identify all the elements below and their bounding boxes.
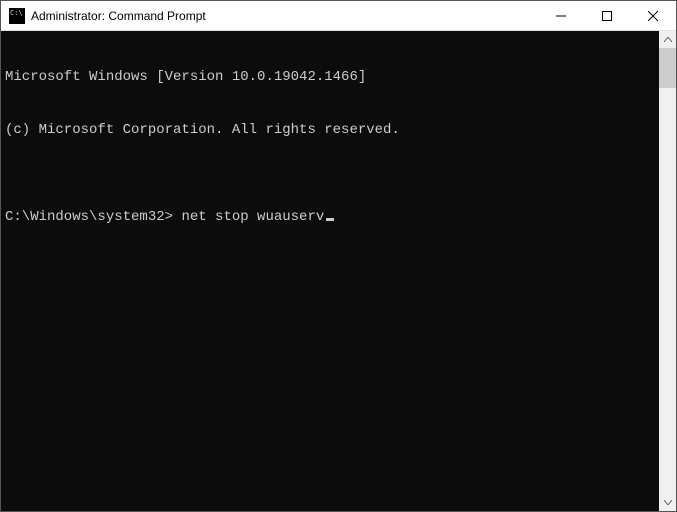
command-text: net stop wuauserv xyxy=(181,209,324,225)
scroll-up-button[interactable] xyxy=(659,31,676,48)
terminal-area: Microsoft Windows [Version 10.0.19042.14… xyxy=(1,31,676,511)
maximize-icon xyxy=(602,11,612,21)
window-title: Administrator: Command Prompt xyxy=(31,9,538,23)
titlebar[interactable]: Administrator: Command Prompt xyxy=(1,1,676,31)
chevron-down-icon xyxy=(664,500,672,505)
close-button[interactable] xyxy=(630,1,676,30)
chevron-up-icon xyxy=(664,37,672,42)
scroll-track[interactable] xyxy=(659,48,676,494)
terminal[interactable]: Microsoft Windows [Version 10.0.19042.14… xyxy=(1,31,659,511)
close-icon xyxy=(648,11,658,21)
version-line: Microsoft Windows [Version 10.0.19042.14… xyxy=(5,69,655,87)
scroll-thumb[interactable] xyxy=(659,48,676,88)
copyright-line: (c) Microsoft Corporation. All rights re… xyxy=(5,122,655,140)
prompt-text: C:\Windows\system32> xyxy=(5,209,173,225)
window-controls xyxy=(538,1,676,30)
cursor xyxy=(326,218,334,221)
minimize-button[interactable] xyxy=(538,1,584,30)
cmd-icon xyxy=(9,8,25,24)
minimize-icon xyxy=(556,11,566,21)
prompt-line: C:\Windows\system32> net stop wuauserv xyxy=(5,209,655,227)
maximize-button[interactable] xyxy=(584,1,630,30)
command-prompt-window: Administrator: Command Prompt Mi xyxy=(0,0,677,512)
scroll-down-button[interactable] xyxy=(659,494,676,511)
vertical-scrollbar[interactable] xyxy=(659,31,676,511)
